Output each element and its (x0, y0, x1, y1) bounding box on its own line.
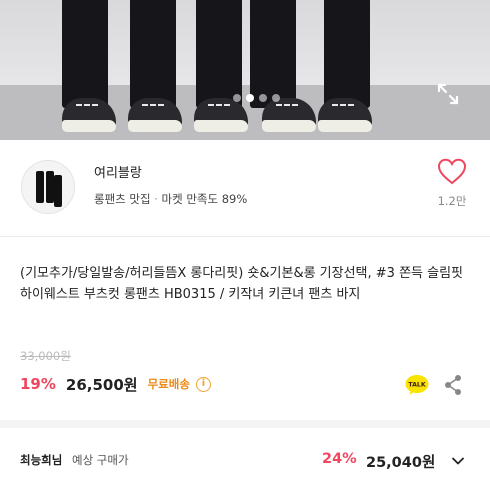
pants-leg (130, 0, 176, 108)
expected-price: 25,040원 (366, 455, 436, 471)
sneaker (62, 98, 116, 132)
expected-price-label: 최능희님 예상 구매가 (20, 452, 129, 468)
sale-price: 26,500원 (65, 375, 138, 394)
free-shipping-label: 무료배송 (147, 377, 190, 391)
original-price: 33,000원 (20, 349, 71, 363)
pants-leg (196, 0, 242, 108)
discount-rate: 19% (20, 375, 56, 393)
like-button[interactable]: 1.2만 (430, 158, 474, 209)
share-button[interactable] (443, 374, 463, 396)
avatar-pants-graphic (36, 171, 44, 203)
carousel-dot[interactable] (233, 94, 241, 102)
chevron-down-icon[interactable] (450, 453, 466, 469)
info-icon[interactable]: i (195, 376, 211, 392)
seller-tag: 롱팬츠 맛집 (94, 192, 151, 206)
avatar-pants-graphic (46, 171, 54, 203)
sneaker (128, 98, 182, 132)
avatar-pants-graphic (54, 175, 62, 207)
pants-leg (324, 0, 370, 108)
expand-icon[interactable] (436, 82, 460, 106)
share-icon (445, 375, 461, 395)
seller-satisfaction: 마켓 만족도 89% (161, 192, 248, 206)
sneaker (194, 98, 248, 132)
heart-icon (437, 158, 467, 185)
carousel-indicator (233, 94, 280, 102)
sneaker (318, 98, 372, 132)
seller-avatar[interactable] (21, 160, 75, 214)
pants-leg (62, 0, 108, 108)
carousel-dot[interactable] (272, 94, 280, 102)
seller-meta: 롱팬츠 맛집 · 마켓 만족도 89% (94, 191, 247, 207)
section-separator (0, 420, 490, 428)
expected-price-caption: 예상 구매가 (71, 453, 129, 467)
carousel-dot-active[interactable] (246, 94, 254, 102)
sneaker (262, 98, 316, 132)
product-image-carousel[interactable] (0, 0, 490, 140)
expected-discount: 24% (322, 451, 357, 467)
carousel-dot[interactable] (259, 94, 267, 102)
product-title: (기모추가/당일발송/허리들뜸X 롱다리핏) 숏&기본&롱 기장선택, #3 쫀… (20, 266, 464, 302)
section-divider (0, 236, 490, 237)
seller-section[interactable]: 여리블랑 롱팬츠 맛집 · 마켓 만족도 89% 1.2만 (0, 140, 490, 236)
kakao-talk-icon: TALK (405, 375, 429, 395)
talk-label: TALK (408, 382, 425, 389)
seller-name[interactable]: 여리블랑 (94, 162, 142, 181)
meta-separator: · (154, 192, 158, 206)
price-row: 19% 26,500원 무료배송 i (20, 372, 211, 396)
user-name: 최능희님 (20, 453, 63, 467)
talk-button[interactable]: TALK (405, 374, 429, 396)
like-count: 1.2만 (437, 194, 467, 208)
